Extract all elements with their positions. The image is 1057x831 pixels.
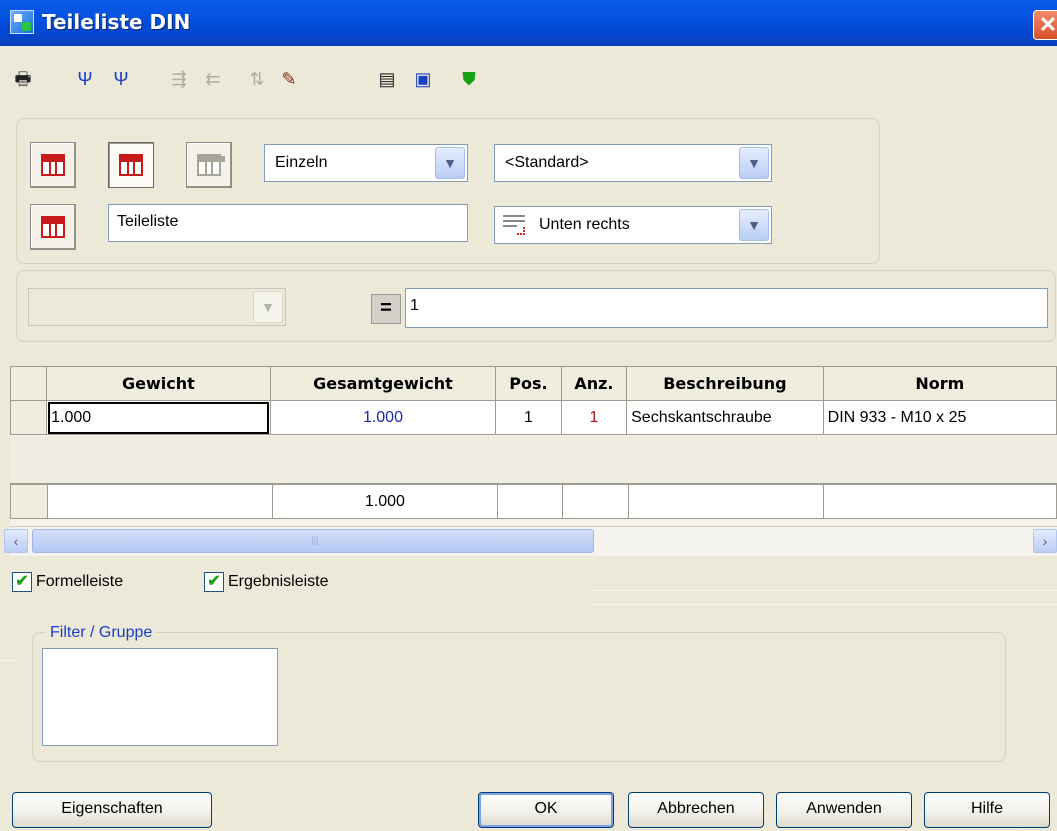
position-select[interactable]: Unten rechts ▼ [494,206,772,244]
ergebnisleiste-label[interactable]: Ergebnisleiste [228,573,329,591]
style-select-value: <Standard> [505,154,589,171]
column-header-anz[interactable]: Anz. [560,366,628,401]
summary-row-header [10,484,48,519]
list-icon[interactable]: ▤ [374,66,400,92]
sort-icon[interactable]: ⇅ [244,66,270,92]
name-input-value: Teileliste [117,213,179,230]
scroll-left-icon[interactable]: ‹ [4,529,28,553]
grid-empty-area [10,436,1057,484]
summary-anz [562,484,629,519]
chevron-down-icon[interactable]: ▼ [739,147,769,179]
cell-gewicht[interactable]: 1.000 [46,400,271,435]
toolbar: 🖶 Ψ Ψ ⇶ ⇇ ⇅ ✎ ▤ ▣ ⛊ [0,60,600,100]
parts-grid: Gewicht Gesamtgewicht Pos. Anz. Beschrei… [4,366,1057,556]
table-header-icon[interactable] [30,204,76,250]
tree-up-icon[interactable]: Ψ [108,66,134,92]
ok-button[interactable]: OK [478,792,614,828]
table-red-icon[interactable] [30,142,76,188]
move-right-icon[interactable]: ⇶ [166,66,192,92]
formula-input[interactable]: 1 [405,288,1048,328]
divider [0,660,20,661]
table-gray-icon[interactable] [186,142,232,188]
grid-table: Gewicht Gesamtgewicht Pos. Anz. Beschrei… [9,366,1057,435]
mode-select[interactable]: Einzeln ▼ [264,144,468,182]
corner-cell[interactable] [9,366,48,401]
formelleiste-label[interactable]: Formelleiste [36,573,123,591]
cell-beschreibung[interactable]: Sechskantschraube [626,400,824,435]
print-icon[interactable]: 🖶 [10,66,36,92]
style-select[interactable]: <Standard> ▼ [494,144,772,182]
chevron-down-icon[interactable]: ▼ [253,291,283,323]
summary-norm [823,484,1057,519]
name-input[interactable]: Teileliste [108,204,468,242]
chevron-down-icon[interactable]: ▼ [435,147,465,179]
cell-norm[interactable]: DIN 933 - M10 x 25 [822,400,1057,435]
tree-down-icon[interactable]: Ψ [72,66,98,92]
table-grid-icon[interactable] [108,142,154,188]
summary-beschreibung [627,484,825,519]
summary-pos [497,484,564,519]
formula-column-select[interactable]: ▼ [28,288,286,326]
position-icon [503,215,525,235]
cell-anz[interactable]: 1 [560,400,628,435]
scroll-thumb[interactable]: III [32,529,594,553]
cell-gesamtgewicht[interactable]: 1.000 [269,400,497,435]
save-icon[interactable]: ▣ [410,66,436,92]
row-header[interactable] [9,400,48,435]
mode-select-value: Einzeln [275,154,328,171]
cell-pos[interactable]: 1 [495,400,562,435]
position-select-value: Unten rechts [539,216,630,233]
table-row[interactable]: 1.000 1.000 1 1 Sechskantschraube DIN 93… [9,400,1057,435]
divider [590,604,1057,605]
filter-legend: Filter / Gruppe [46,624,157,642]
column-header-gewicht[interactable]: Gewicht [46,366,271,401]
equals-button[interactable]: = [371,294,401,324]
grip-icon: III [311,534,319,548]
column-header-gesamtgewicht[interactable]: Gesamtgewicht [269,366,497,401]
move-left-icon[interactable]: ⇇ [200,66,226,92]
chevron-down-icon[interactable]: ▼ [739,209,769,241]
close-button[interactable]: ✕ [1033,10,1057,40]
edit-icon[interactable]: ✎ [276,66,302,92]
formula-value: 1 [410,297,419,314]
title-bar: Teileliste DIN ✕ [0,0,1057,46]
abbrechen-button[interactable]: Abbrechen [628,792,764,828]
summary-row: 1.000 [10,484,1057,519]
column-header-beschreibung[interactable]: Beschreibung [626,366,824,401]
column-header-pos[interactable]: Pos. [495,366,562,401]
ergebnisleiste-checkbox[interactable]: ✔ [204,572,224,592]
column-header-norm[interactable]: Norm [822,366,1057,401]
filter-list[interactable] [42,648,278,746]
summary-gewicht [46,484,273,519]
formelleiste-checkbox[interactable]: ✔ [12,572,32,592]
horizontal-scrollbar[interactable]: ‹ III › [4,526,1057,554]
divider [590,590,1057,591]
summary-gesamtgewicht: 1.000 [271,484,499,519]
eigenschaften-button[interactable]: Eigenschaften [12,792,212,828]
scroll-right-icon[interactable]: › [1033,529,1057,553]
anwenden-button[interactable]: Anwenden [776,792,912,828]
app-icon [10,10,34,34]
hilfe-button[interactable]: Hilfe [924,792,1050,828]
window-title: Teileliste DIN [42,10,191,34]
shield-icon[interactable]: ⛊ [456,66,482,92]
